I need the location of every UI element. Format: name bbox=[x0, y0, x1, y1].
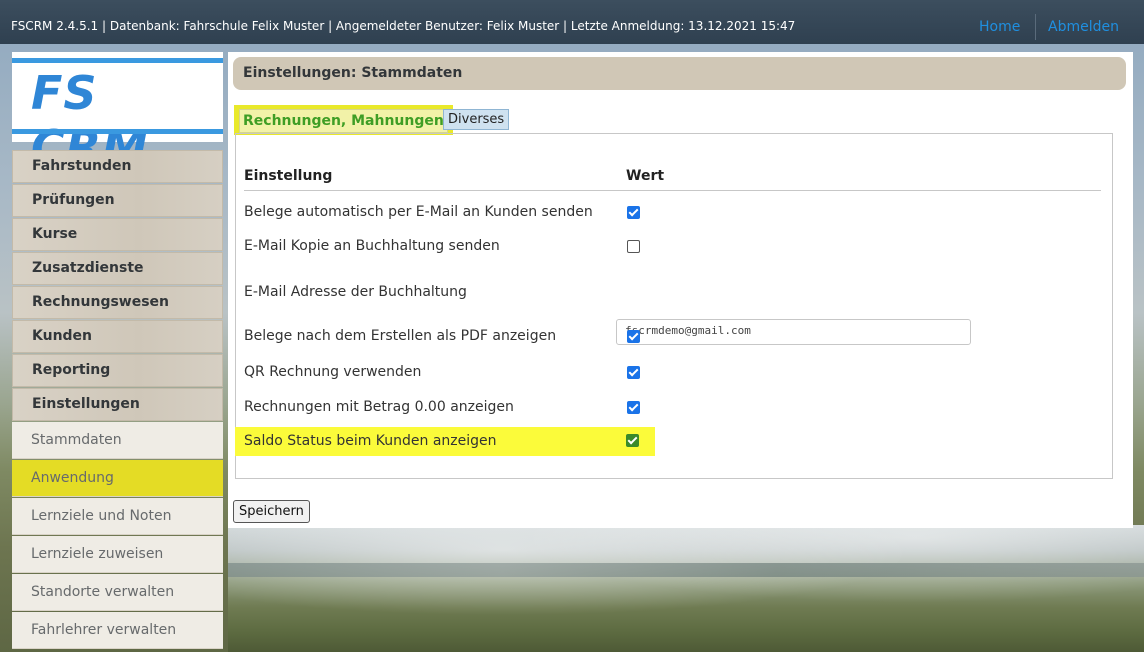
setting-label: Belege automatisch per E-Mail an Kunden … bbox=[244, 204, 593, 220]
tab-rechnungen-mahnungen[interactable]: Rechnungen, Mahnungen bbox=[234, 105, 453, 135]
column-header-value: Wert bbox=[626, 168, 665, 184]
menu-item-kurse[interactable]: Kurse bbox=[12, 218, 223, 251]
submenu-item-anwendung[interactable]: Anwendung bbox=[12, 460, 223, 497]
settings-table-header: Einstellung Wert bbox=[244, 168, 1101, 191]
submenu-item-fahrlehrer[interactable]: Fahrlehrer verwalten bbox=[12, 612, 223, 649]
home-link[interactable]: Home bbox=[979, 19, 1020, 35]
setting-label: Saldo Status beim Kunden anzeigen bbox=[244, 433, 497, 449]
logo-bar-top bbox=[12, 58, 223, 63]
setting-checkbox-saldo-status[interactable] bbox=[626, 434, 639, 447]
background-landscape bbox=[228, 525, 1144, 652]
accounting-email-field[interactable]: fscrmdemo@gmail.com bbox=[616, 319, 971, 345]
setting-label: Belege nach dem Erstellen als PDF anzeig… bbox=[244, 328, 557, 344]
submenu-item-lernziele-zuweisen[interactable]: Lernziele zuweisen bbox=[12, 536, 223, 573]
menu-item-zusatzdienste[interactable]: Zusatzdienste bbox=[12, 252, 223, 285]
main-menu: Fahrstunden Prüfungen Kurse Zusatzdienst… bbox=[12, 150, 223, 650]
submenu-item-stammdaten[interactable]: Stammdaten bbox=[12, 422, 223, 459]
sidebar: FS CRM Fahrstunden Prüfungen Kurse Zusat… bbox=[12, 52, 223, 652]
column-header-setting: Einstellung bbox=[244, 168, 333, 184]
submenu-item-lernziele-noten[interactable]: Lernziele und Noten bbox=[12, 498, 223, 535]
setting-label: QR Rechnung verwenden bbox=[244, 364, 422, 380]
main-content: Einstellungen: Stammdaten Rechnungen, Ma… bbox=[228, 52, 1133, 528]
menu-item-einstellungen[interactable]: Einstellungen bbox=[12, 388, 223, 421]
menu-item-fahrstunden[interactable]: Fahrstunden bbox=[12, 150, 223, 183]
tab-diverses[interactable]: Diverses bbox=[443, 109, 510, 130]
page-title: Einstellungen: Stammdaten bbox=[233, 57, 1126, 90]
highlighted-setting-row: Saldo Status beim Kunden anzeigen bbox=[235, 427, 655, 456]
topbar-divider bbox=[1035, 14, 1036, 40]
logo[interactable]: FS CRM bbox=[12, 52, 223, 174]
setting-checkbox-email-customers[interactable] bbox=[627, 206, 640, 219]
menu-item-kunden[interactable]: Kunden bbox=[12, 320, 223, 353]
setting-label: E-Mail Adresse der Buchhaltung bbox=[244, 284, 467, 300]
setting-label: E-Mail Kopie an Buchhaltung senden bbox=[244, 238, 500, 254]
menu-item-reporting[interactable]: Reporting bbox=[12, 354, 223, 387]
logo-bar-bottom bbox=[12, 129, 223, 134]
logout-link[interactable]: Abmelden bbox=[1048, 19, 1119, 35]
submenu-item-standorte[interactable]: Standorte verwalten bbox=[12, 574, 223, 611]
setting-checkbox-email-copy[interactable] bbox=[627, 240, 640, 253]
tab-rechnungen-label: Rechnungen, Mahnungen bbox=[239, 109, 448, 133]
setting-checkbox-show-pdf[interactable] bbox=[627, 330, 640, 343]
menu-item-rechnungswesen[interactable]: Rechnungswesen bbox=[12, 286, 223, 319]
setting-checkbox-zero-amount[interactable] bbox=[627, 401, 640, 414]
setting-checkbox-qr-invoice[interactable] bbox=[627, 366, 640, 379]
top-bar: FSCRM 2.4.5.1 | Datenbank: Fahrschule Fe… bbox=[0, 0, 1144, 44]
setting-label: Rechnungen mit Betrag 0.00 anzeigen bbox=[244, 399, 514, 415]
session-info: FSCRM 2.4.5.1 | Datenbank: Fahrschule Fe… bbox=[11, 19, 796, 33]
menu-item-pruefungen[interactable]: Prüfungen bbox=[12, 184, 223, 217]
save-button[interactable]: Speichern bbox=[233, 500, 310, 523]
